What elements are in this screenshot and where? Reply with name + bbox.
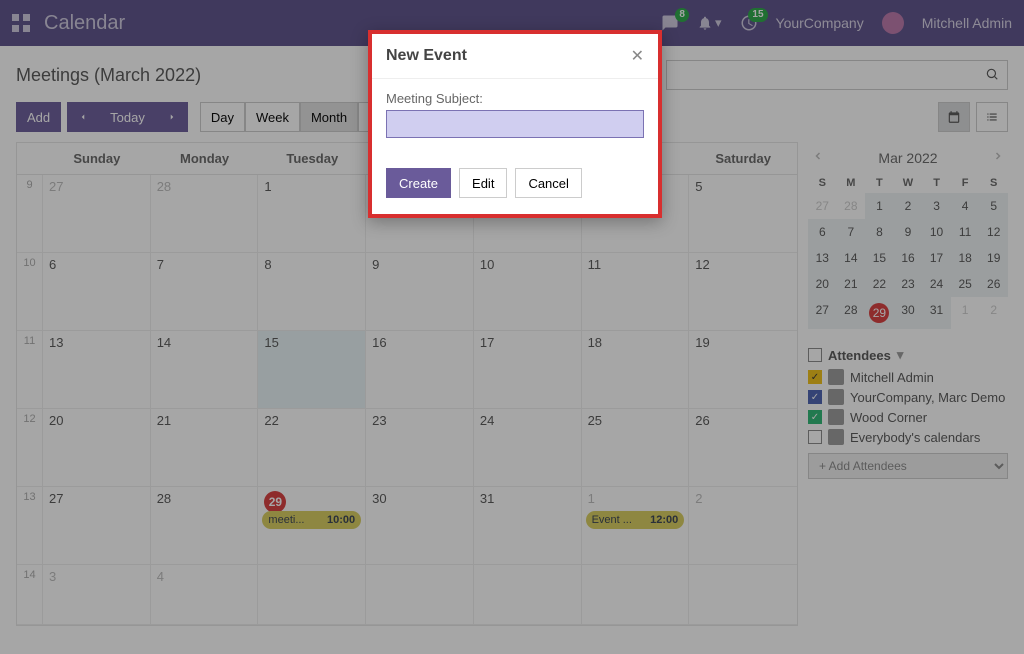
- cancel-button[interactable]: Cancel: [515, 168, 581, 198]
- new-event-modal: New Event ✕ Meeting Subject: Create Edit…: [368, 30, 662, 218]
- meeting-subject-input[interactable]: [386, 110, 644, 138]
- meeting-subject-label: Meeting Subject:: [386, 91, 644, 106]
- modal-title: New Event: [386, 47, 467, 65]
- create-button[interactable]: Create: [386, 168, 451, 198]
- close-icon[interactable]: ✕: [631, 46, 644, 66]
- edit-button[interactable]: Edit: [459, 168, 507, 198]
